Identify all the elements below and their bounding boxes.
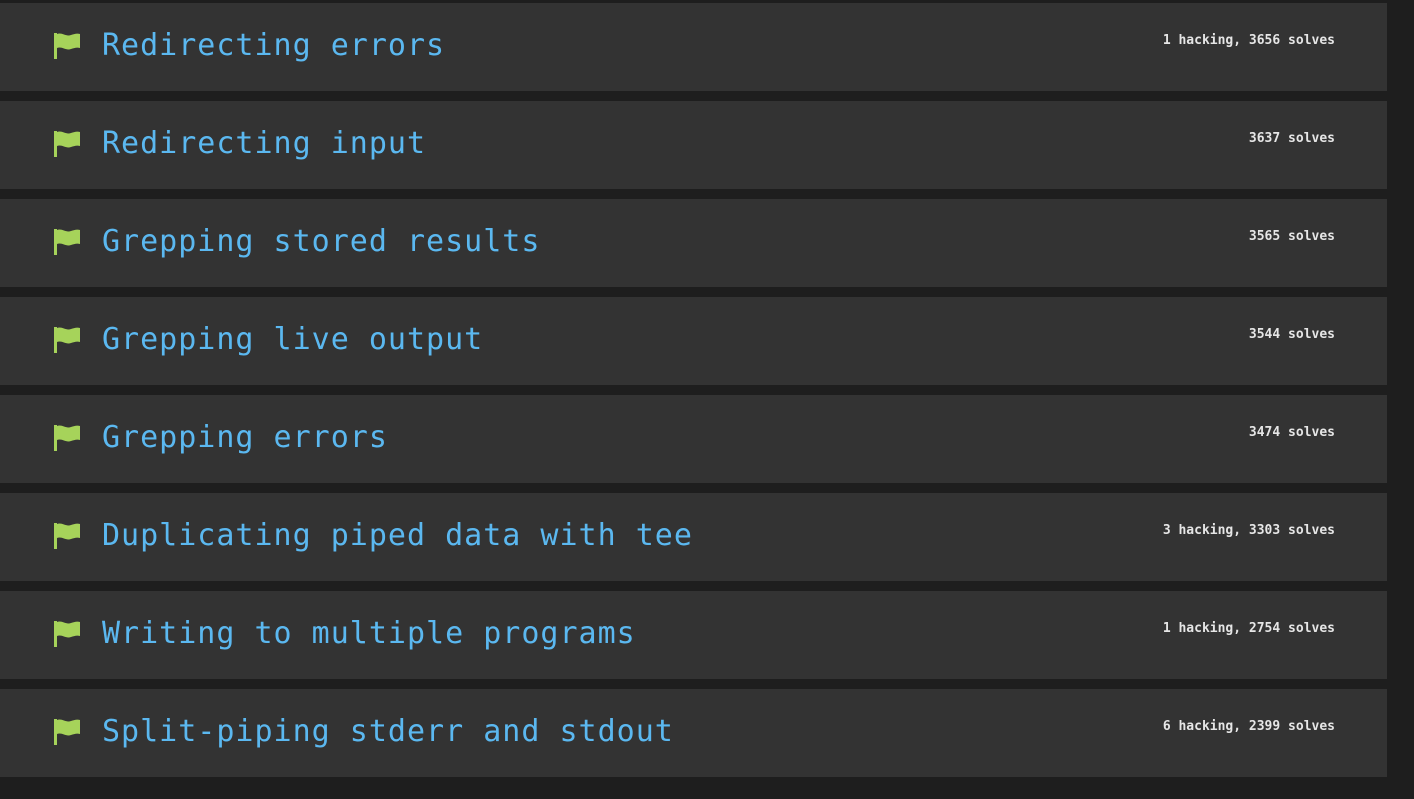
challenge-row[interactable]: Redirecting input 3637 solves — [0, 101, 1387, 189]
challenge-stats: 3544 solves — [1248, 327, 1335, 342]
challenge-row[interactable]: Grepping errors 3474 solves — [0, 395, 1387, 483]
challenge-row[interactable]: Duplicating piped data with tee 3 hackin… — [0, 493, 1387, 581]
challenge-row[interactable]: Redirecting errors 1 hacking, 3656 solve… — [0, 3, 1387, 91]
challenge-title[interactable]: Writing to multiple programs — [102, 615, 636, 653]
flag-icon — [54, 327, 80, 353]
flag-icon — [54, 425, 80, 451]
flag-icon — [54, 523, 80, 549]
challenge-title[interactable]: Grepping live output — [102, 321, 483, 359]
challenge-stats: 1 hacking, 3656 solves — [1162, 33, 1335, 48]
challenge-stats: 6 hacking, 2399 solves — [1162, 719, 1335, 734]
flag-icon — [54, 131, 80, 157]
flag-icon — [54, 33, 80, 59]
challenge-stats: 3565 solves — [1248, 229, 1335, 244]
challenge-title[interactable]: Duplicating piped data with tee — [102, 517, 693, 555]
flag-icon — [54, 719, 80, 745]
challenge-title[interactable]: Grepping stored results — [102, 223, 540, 261]
challenge-title[interactable]: Redirecting errors — [102, 27, 445, 65]
challenge-stats: 3637 solves — [1248, 131, 1335, 146]
challenge-title[interactable]: Split-piping stderr and stdout — [102, 713, 674, 751]
challenge-row[interactable]: Split-piping stderr and stdout 6 hacking… — [0, 689, 1387, 777]
challenge-row[interactable]: Writing to multiple programs 1 hacking, … — [0, 591, 1387, 679]
challenge-row[interactable]: Grepping live output 3544 solves — [0, 297, 1387, 385]
challenge-stats: 3 hacking, 3303 solves — [1162, 523, 1335, 538]
challenge-stats: 1 hacking, 2754 solves — [1162, 621, 1335, 636]
challenge-row[interactable]: Grepping stored results 3565 solves — [0, 199, 1387, 287]
challenge-stats: 3474 solves — [1248, 425, 1335, 440]
challenge-title[interactable]: Grepping errors — [102, 419, 388, 457]
challenge-list: Redirecting errors 1 hacking, 3656 solve… — [0, 3, 1387, 787]
flag-icon — [54, 621, 80, 647]
flag-icon — [54, 229, 80, 255]
challenge-title[interactable]: Redirecting input — [102, 125, 426, 163]
